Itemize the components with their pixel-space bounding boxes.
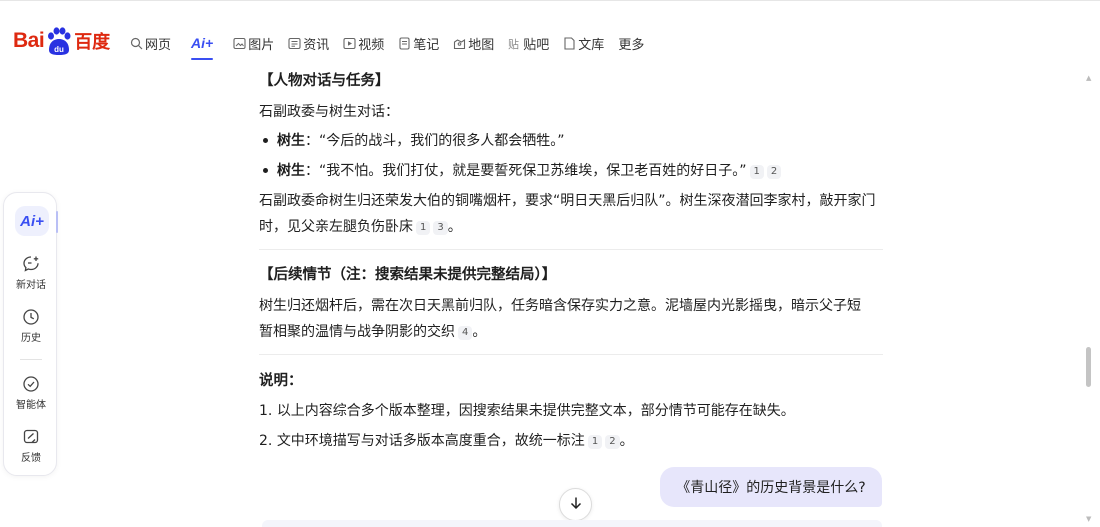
side-ai-label: Ai+ (20, 212, 44, 230)
section-heading-dialog: 【人物对话与任务】 (259, 73, 390, 89)
new-chat-button[interactable]: 新对话 (4, 255, 58, 291)
bullet-speaker: 树生 (277, 163, 305, 179)
input-area-top-edge (262, 520, 882, 527)
nav-wenku-label: 文库 (578, 37, 605, 53)
scroll-thumb[interactable] (1086, 347, 1091, 387)
history-button[interactable]: 历史 (4, 308, 58, 344)
video-icon (343, 37, 356, 50)
bullet-dot (263, 137, 268, 143)
paragraph-line: 暂相聚的温情与战争阴影的交织 4。 (259, 321, 486, 341)
logo-text-cn: 百度 (74, 32, 111, 53)
user-message-text: 《青山径》的历史背景是什么? (676, 480, 866, 496)
nav-map[interactable]: 地图 (453, 33, 494, 53)
nav-tieba[interactable]: 贴 贴吧 (508, 33, 549, 53)
paragraph-line: 石副政委命树生归还荣发大伯的铜嘴烟杆，要求“明日天黑后归队”。树生深夜潜回李家村… (259, 193, 876, 209)
news-icon (288, 37, 301, 50)
top-header: Bai du 百度 网页 Ai+ 图片 资讯 视频 笔记 地图 贴 贴吧 文库 … (0, 4, 1100, 60)
scroll-up-arrow-icon[interactable]: ▲ (1086, 74, 1091, 82)
search-nav: 网页 Ai+ 图片 资讯 视频 笔记 地图 贴 贴吧 文库 更多 (130, 33, 658, 60)
image-icon (233, 37, 246, 50)
section-divider (259, 249, 883, 250)
nav-tieba-label: 贴吧 (523, 37, 550, 53)
doc-icon (563, 36, 576, 50)
agent-label: 智能体 (16, 400, 46, 411)
nav-notes-label: 笔记 (413, 37, 440, 53)
paragraph-end: 。 (472, 324, 487, 340)
svg-text:du: du (54, 45, 64, 54)
feedback-label: 反馈 (21, 453, 41, 464)
paw-icon: du (45, 26, 73, 56)
section-divider (259, 354, 883, 355)
scroll-down-arrow-icon[interactable]: ▼ (1086, 515, 1091, 523)
note-item: 1. 以上内容综合多个版本整理，因搜索结果未提供完整文本，部分情节可能存在缺失。 (259, 400, 795, 420)
bullet-text: ：“今后的战斗，我们的很多人都会牺牲。” (305, 133, 565, 149)
clock-icon (22, 308, 40, 326)
side-ai-button[interactable]: Ai+ (15, 206, 49, 236)
nav-web[interactable]: 网页 (130, 33, 171, 53)
nav-notes[interactable]: 笔记 (398, 33, 439, 53)
citation-badge[interactable]: 2 (605, 435, 620, 449)
paragraph-text: 暂相聚的温情与战争阴影的交织 (259, 324, 455, 340)
feedback-button[interactable]: 反馈 (4, 428, 58, 464)
note-number: 1. (259, 403, 273, 419)
nav-more-label: 更多 (618, 37, 645, 53)
nav-video-label: 视频 (358, 37, 385, 53)
agent-button[interactable]: 智能体 (4, 375, 58, 411)
feedback-icon (22, 428, 40, 446)
bullet-item: 树生：“我不怕。我们打仗，就是要誓死保卫苏维埃，保卫老百姓的好日子。” 1 2 (259, 160, 782, 180)
arrow-down-icon (569, 495, 583, 514)
citation-badge[interactable]: 2 (766, 165, 782, 179)
notes-heading: 说明： (259, 373, 303, 389)
citation-badge[interactable]: 1 (749, 165, 764, 179)
nav-images-label: 图片 (248, 37, 275, 53)
section-heading-followup: 【后续情节（注：搜索结果未提供完整结局）】 (259, 267, 557, 283)
user-message-bubble: 《青山径》的历史背景是什么? (660, 467, 882, 507)
agent-icon (22, 375, 40, 393)
history-label: 历史 (21, 333, 41, 344)
nav-map-label: 地图 (468, 37, 495, 53)
note-icon (398, 36, 411, 50)
scroll-to-bottom-button[interactable] (559, 488, 592, 521)
note-text: 以上内容综合多个版本整理，因搜索结果未提供完整文本，部分情节可能存在缺失。 (276, 403, 795, 419)
bullet-text: ：“我不怕。我们打仗，就是要誓死保卫苏维埃，保卫老百姓的好日子。” (305, 163, 747, 179)
bullet-dot (263, 167, 268, 173)
nav-ai-label: Ai+ (191, 35, 214, 51)
dialog-intro: 石副政委与树生对话： (259, 104, 399, 120)
nav-more[interactable]: 更多 (618, 33, 644, 53)
citation-badge[interactable]: 4 (458, 326, 473, 340)
note-end: 。 (619, 433, 634, 449)
citation-badge[interactable]: 1 (587, 435, 603, 449)
side-active-indicator (56, 211, 58, 233)
logo-text-bai: Bai (13, 29, 45, 52)
citation-badge[interactable]: 3 (433, 221, 448, 235)
tieba-icon: 贴 (508, 37, 521, 50)
page-scrollbar[interactable]: ▲ ▼ (1083, 60, 1095, 527)
paragraph-line: 树生归还烟杆后，需在次日天黑前归队，任务暗含保存实力之意。泥墙屋内光影摇曳，暗示… (259, 298, 861, 314)
paragraph-end: 。 (447, 219, 462, 235)
nav-images[interactable]: 图片 (233, 33, 274, 53)
nav-news-label: 资讯 (303, 37, 330, 53)
nav-video[interactable]: 视频 (343, 33, 384, 53)
bullet-item: 树生：“今后的战斗，我们的很多人都会牺牲。” (259, 130, 565, 150)
bullet-speaker: 树生 (277, 133, 305, 149)
svg-text:贴: 贴 (508, 37, 519, 50)
nav-news[interactable]: 资讯 (288, 33, 329, 53)
note-item: 2. 文中环境描写与对话多版本高度重合，故统一标注 1 2。 (259, 430, 634, 450)
nav-web-label: 网页 (145, 37, 172, 53)
baidu-logo[interactable]: Bai du 百度 (13, 24, 110, 58)
side-divider (20, 359, 42, 360)
nav-ai[interactable]: Ai+ (191, 33, 214, 60)
nav-wenku[interactable]: 文库 (563, 33, 604, 53)
paragraph-line: 时，见父亲左腿负伤卧床 1 3。 (259, 216, 462, 236)
new-chat-label: 新对话 (16, 280, 46, 291)
search-icon (130, 37, 143, 50)
new-chat-icon (22, 255, 40, 273)
note-text: 文中环境描写与对话多版本高度重合，故统一标注 (276, 433, 585, 449)
note-number: 2. (259, 433, 273, 449)
citation-badge[interactable]: 1 (416, 221, 431, 235)
paragraph-text: 时，见父亲左腿负伤卧床 (259, 219, 413, 235)
map-icon (453, 37, 466, 50)
side-toolbar: Ai+ 新对话 历史 智能体 反馈 (3, 192, 58, 476)
